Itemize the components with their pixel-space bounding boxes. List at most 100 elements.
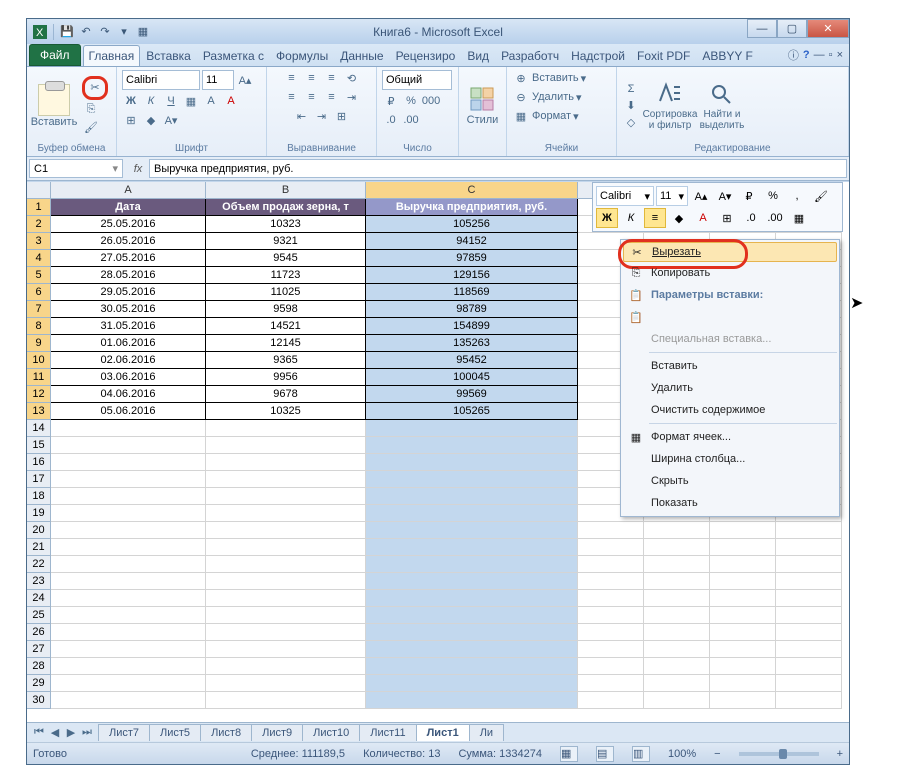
cell-A11[interactable]: 03.06.2016 (51, 369, 206, 386)
fill-dropdown-icon[interactable]: ◆ (142, 112, 160, 128)
cell-B5[interactable]: 11723 (206, 267, 366, 284)
cell-blank[interactable] (776, 573, 842, 590)
row-header-3[interactable]: 3 (27, 233, 51, 250)
cell-blank[interactable] (710, 658, 776, 675)
row-header-19[interactable]: 19 (27, 505, 51, 522)
cell-blank[interactable] (206, 420, 366, 437)
mini-font-select[interactable]: Calibri▾ (596, 186, 654, 206)
minimize-button[interactable]: — (747, 19, 777, 38)
cell-B6[interactable]: 11025 (206, 284, 366, 301)
more-borders-icon[interactable]: ⊞ (122, 112, 140, 128)
redo-icon[interactable]: ↷ (96, 23, 114, 41)
mini-fill-icon[interactable]: ◆ (668, 208, 690, 228)
cell-blank[interactable] (51, 488, 206, 505)
cell-C6[interactable]: 118569 (366, 284, 578, 301)
cell-blank[interactable] (51, 420, 206, 437)
cell-blank[interactable] (206, 675, 366, 692)
sheet-nav-last-icon[interactable]: ⏭ (79, 725, 95, 741)
tab-layout[interactable]: Разметка с (197, 45, 270, 66)
cell-blank[interactable] (578, 658, 644, 675)
merge-icon[interactable]: ⊞ (333, 108, 351, 124)
cell-C30[interactable] (366, 692, 578, 709)
name-box[interactable]: C1▾ (29, 159, 123, 178)
row-header-1[interactable]: 1 (27, 199, 51, 216)
mini-bold-icon[interactable]: Ж (596, 208, 618, 228)
cell-A12[interactable]: 04.06.2016 (51, 386, 206, 403)
styles-button[interactable]: Стили (464, 86, 501, 126)
cell-C5[interactable]: 129156 (366, 267, 578, 284)
doc-close-icon[interactable]: × (837, 49, 843, 61)
cell-blank[interactable] (578, 539, 644, 556)
cell-C28[interactable] (366, 658, 578, 675)
ctx-show[interactable]: Показать (623, 492, 837, 514)
row-header-26[interactable]: 26 (27, 624, 51, 641)
row-header-20[interactable]: 20 (27, 522, 51, 539)
align-top-icon[interactable]: ≡ (283, 70, 301, 86)
cell-blank[interactable] (776, 675, 842, 692)
cell-blank[interactable] (51, 522, 206, 539)
cell-blank[interactable] (51, 658, 206, 675)
cell-A4[interactable]: 27.05.2016 (51, 250, 206, 267)
mini-decdec-icon[interactable]: .00 (764, 208, 786, 228)
cell-A1[interactable]: Дата (51, 199, 206, 216)
cell-blank[interactable] (578, 624, 644, 641)
insert-icon[interactable]: ⊕ (512, 70, 530, 86)
qat-extra-icon[interactable]: ▦ (134, 23, 152, 41)
dec-decimal-icon[interactable]: .00 (402, 112, 420, 128)
row-header-29[interactable]: 29 (27, 675, 51, 692)
cell-blank[interactable] (206, 641, 366, 658)
tab-insert[interactable]: Вставка (140, 45, 197, 66)
cell-blank[interactable] (51, 641, 206, 658)
cell-blank[interactable] (644, 590, 710, 607)
cell-blank[interactable] (710, 573, 776, 590)
cell-blank[interactable] (206, 488, 366, 505)
cell-blank[interactable] (776, 590, 842, 607)
wrap-icon[interactable]: ⇥ (343, 89, 361, 105)
cell-blank[interactable] (710, 692, 776, 709)
tab-abbyy[interactable]: ABBYY F (696, 45, 758, 66)
cell-B10[interactable]: 9365 (206, 352, 366, 369)
format-icon[interactable]: ▦ (512, 108, 530, 124)
cell-blank[interactable] (51, 437, 206, 454)
row-header-21[interactable]: 21 (27, 539, 51, 556)
font-color-icon[interactable]: A (222, 93, 240, 109)
cell-C8[interactable]: 154899 (366, 318, 578, 335)
cell-blank[interactable] (776, 641, 842, 658)
cell-C15[interactable] (366, 437, 578, 454)
cell-blank[interactable] (578, 607, 644, 624)
ctx-delete[interactable]: Удалить (623, 377, 837, 399)
cell-C10[interactable]: 95452 (366, 352, 578, 369)
cell-A3[interactable]: 26.05.2016 (51, 233, 206, 250)
cell-blank[interactable] (776, 607, 842, 624)
row-header-16[interactable]: 16 (27, 454, 51, 471)
cell-A8[interactable]: 31.05.2016 (51, 318, 206, 335)
row-header-14[interactable]: 14 (27, 420, 51, 437)
ctx-hide[interactable]: Скрыть (623, 470, 837, 492)
cell-C27[interactable] (366, 641, 578, 658)
currency-icon[interactable]: ₽ (382, 93, 400, 109)
fx-icon[interactable]: fx (127, 163, 149, 175)
cell-blank[interactable] (206, 437, 366, 454)
cell-blank[interactable] (51, 471, 206, 488)
mini-incdec-icon[interactable]: .0 (740, 208, 762, 228)
underline-button[interactable]: Ч (162, 93, 180, 109)
cell-blank[interactable] (644, 641, 710, 658)
font-name-select[interactable] (122, 70, 200, 90)
cell-blank[interactable] (206, 692, 366, 709)
cell-B1[interactable]: Объем продаж зерна, т (206, 199, 366, 216)
cell-C22[interactable] (366, 556, 578, 573)
cell-C29[interactable] (366, 675, 578, 692)
cell-blank[interactable] (51, 454, 206, 471)
comma-icon[interactable]: 000 (422, 93, 440, 109)
sheet-tab-Лист5[interactable]: Лист5 (149, 724, 201, 741)
cell-C11[interactable]: 100045 (366, 369, 578, 386)
sheet-tab-Лист8[interactable]: Лист8 (200, 724, 252, 741)
cell-B13[interactable]: 10325 (206, 403, 366, 420)
tab-home[interactable]: Главная (83, 45, 141, 66)
tab-view[interactable]: Вид (461, 45, 495, 66)
cell-C17[interactable] (366, 471, 578, 488)
cell-blank[interactable] (206, 573, 366, 590)
cell-A2[interactable]: 25.05.2016 (51, 216, 206, 233)
view-page-layout-icon[interactable]: ▤ (596, 746, 614, 762)
cell-B3[interactable]: 9321 (206, 233, 366, 250)
